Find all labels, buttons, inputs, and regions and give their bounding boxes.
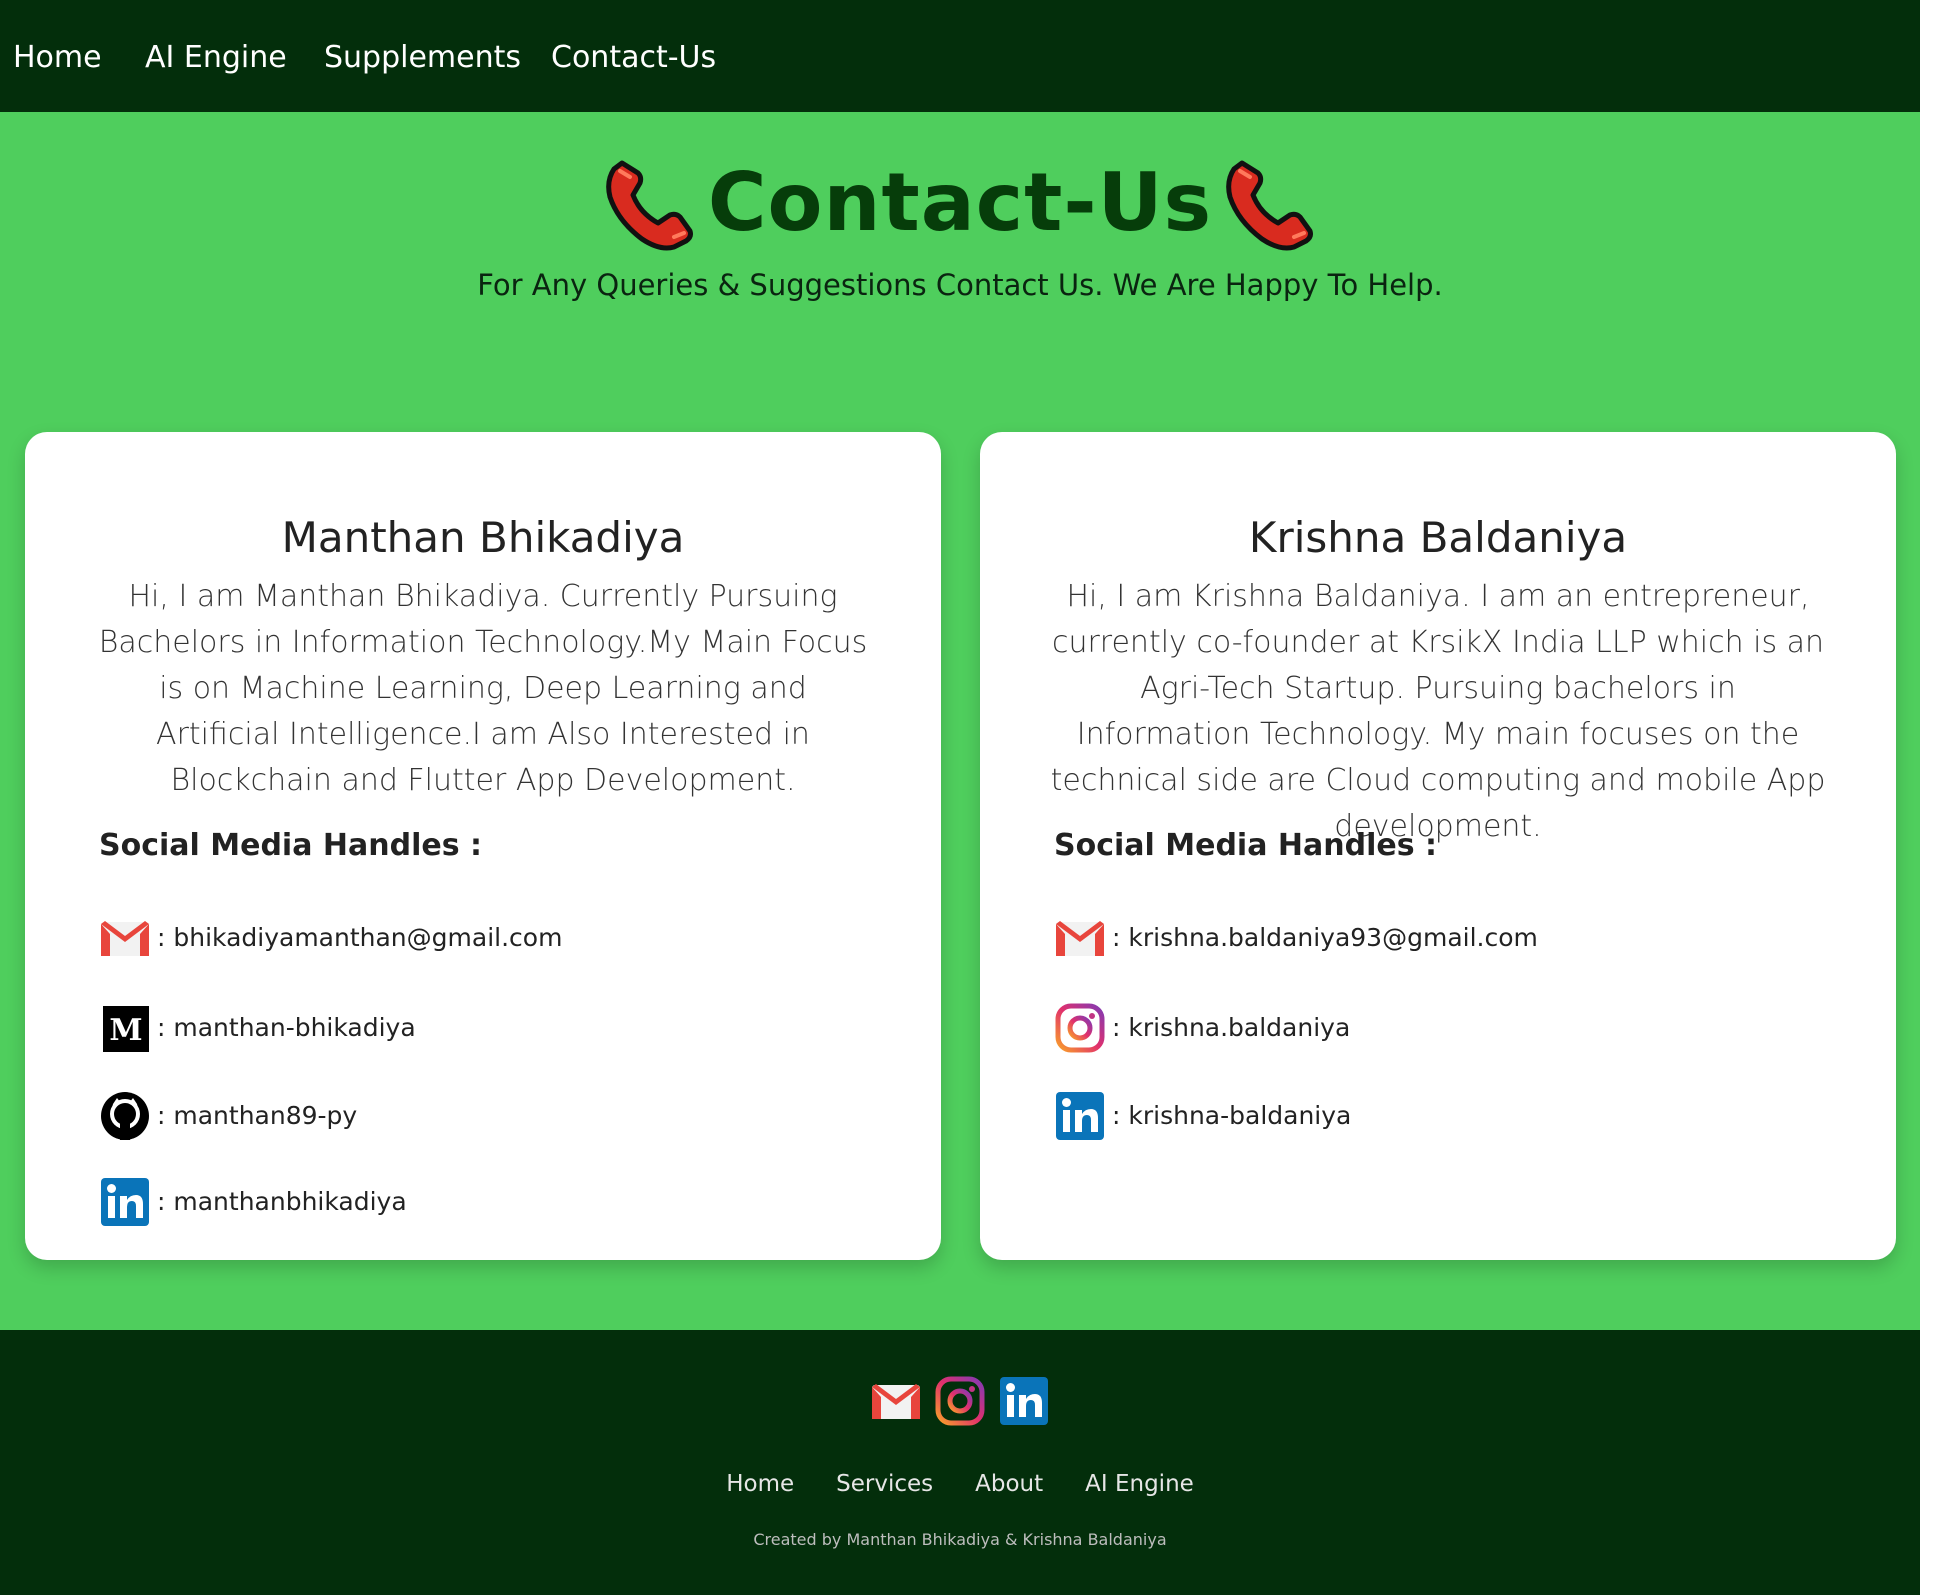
handle-text: : krishna-baldaniya <box>1112 1101 1352 1130</box>
instagram-icon[interactable] <box>934 1375 986 1427</box>
page: Home AI Engine Supplements Contact-Us Co… <box>0 0 1920 1595</box>
footer-ai-engine-link[interactable]: AI Engine <box>1085 1468 1194 1500</box>
handle-text: : manthanbhikadiya <box>157 1187 407 1216</box>
handle-gmail[interactable]: : krishna.baldaniya93@gmail.com <box>1054 912 1538 964</box>
nav-supplements-link[interactable]: Supplements <box>324 38 521 78</box>
gmail-icon[interactable] <box>870 1375 922 1427</box>
handle-text: : bhikadiyamanthan@gmail.com <box>157 923 563 952</box>
footer-credit: Created by Manthan Bhikadiya & Krishna B… <box>753 1530 1167 1549</box>
nav-ai-engine-link[interactable]: AI Engine <box>145 38 287 78</box>
footer: Home Services About AI Engine Created by… <box>0 1330 1920 1595</box>
handle-text: : krishna.baldaniya93@gmail.com <box>1112 923 1538 952</box>
footer-nav: Home Services About AI Engine <box>0 1468 1920 1500</box>
medium-icon: M <box>103 1006 149 1052</box>
handle-instagram[interactable]: : krishna.baldaniya <box>1054 1002 1350 1054</box>
page-subtitle: For Any Queries & Suggestions Contact Us… <box>477 268 1443 302</box>
nav-contact-us-link[interactable]: Contact-Us <box>551 38 716 78</box>
card-person-name: Manthan Bhikadiya <box>281 513 685 562</box>
window-edge <box>1920 0 1938 1595</box>
handle-linkedin[interactable]: : krishna-baldaniya <box>1054 1090 1351 1142</box>
linkedin-icon[interactable] <box>998 1375 1050 1427</box>
instagram-icon <box>1055 1003 1105 1053</box>
telephone-receiver-icon <box>606 160 693 251</box>
linkedin-icon <box>1056 1092 1104 1140</box>
page-title: Contact-Us <box>707 156 1213 249</box>
telephone-receiver-icon <box>1226 160 1314 251</box>
handle-text: : manthan-bhikadiya <box>157 1013 416 1042</box>
footer-about-link[interactable]: About <box>975 1468 1043 1500</box>
handle-text: : krishna.baldaniya <box>1112 1013 1351 1042</box>
top-navbar: Home AI Engine Supplements Contact-Us <box>0 0 1920 112</box>
handle-medium[interactable]: M : manthan-bhikadiya <box>99 1002 416 1054</box>
footer-services-link[interactable]: Services <box>836 1468 933 1500</box>
card-bio: Hi, I am Krishna Baldaniya. I am an entr… <box>1050 579 1826 844</box>
handle-gmail[interactable]: : bhikadiyamanthan@gmail.com <box>99 912 562 964</box>
footer-social-icons <box>0 1375 1920 1427</box>
handle-text: : manthan89-py <box>157 1101 358 1130</box>
github-icon <box>101 1092 149 1140</box>
hero-title-row: Contact-Us <box>0 148 1920 258</box>
nav-home-link[interactable]: Home <box>13 38 102 78</box>
handle-github[interactable]: : manthan89-py <box>99 1090 357 1142</box>
footer-home-link[interactable]: Home <box>726 1468 794 1500</box>
handle-linkedin[interactable]: : manthanbhikadiya <box>99 1176 407 1228</box>
card-bio: Hi, I am Manthan Bhikadiya. Currently Pu… <box>98 579 868 798</box>
gmail-icon <box>1056 921 1104 956</box>
contact-card-krishna: Krishna Baldaniya Hi, I am Krishna Balda… <box>980 432 1896 1260</box>
social-handles-heading: Social Media Handles : <box>1054 828 1438 863</box>
contact-card-manthan: Manthan Bhikadiya Hi, I am Manthan Bhika… <box>25 432 941 1260</box>
social-handles-heading: Social Media Handles : <box>99 828 483 863</box>
linkedin-icon <box>101 1178 149 1226</box>
card-person-name: Krishna Baldaniya <box>1248 513 1628 562</box>
gmail-icon <box>101 921 149 956</box>
svg-text:M: M <box>109 1013 142 1048</box>
